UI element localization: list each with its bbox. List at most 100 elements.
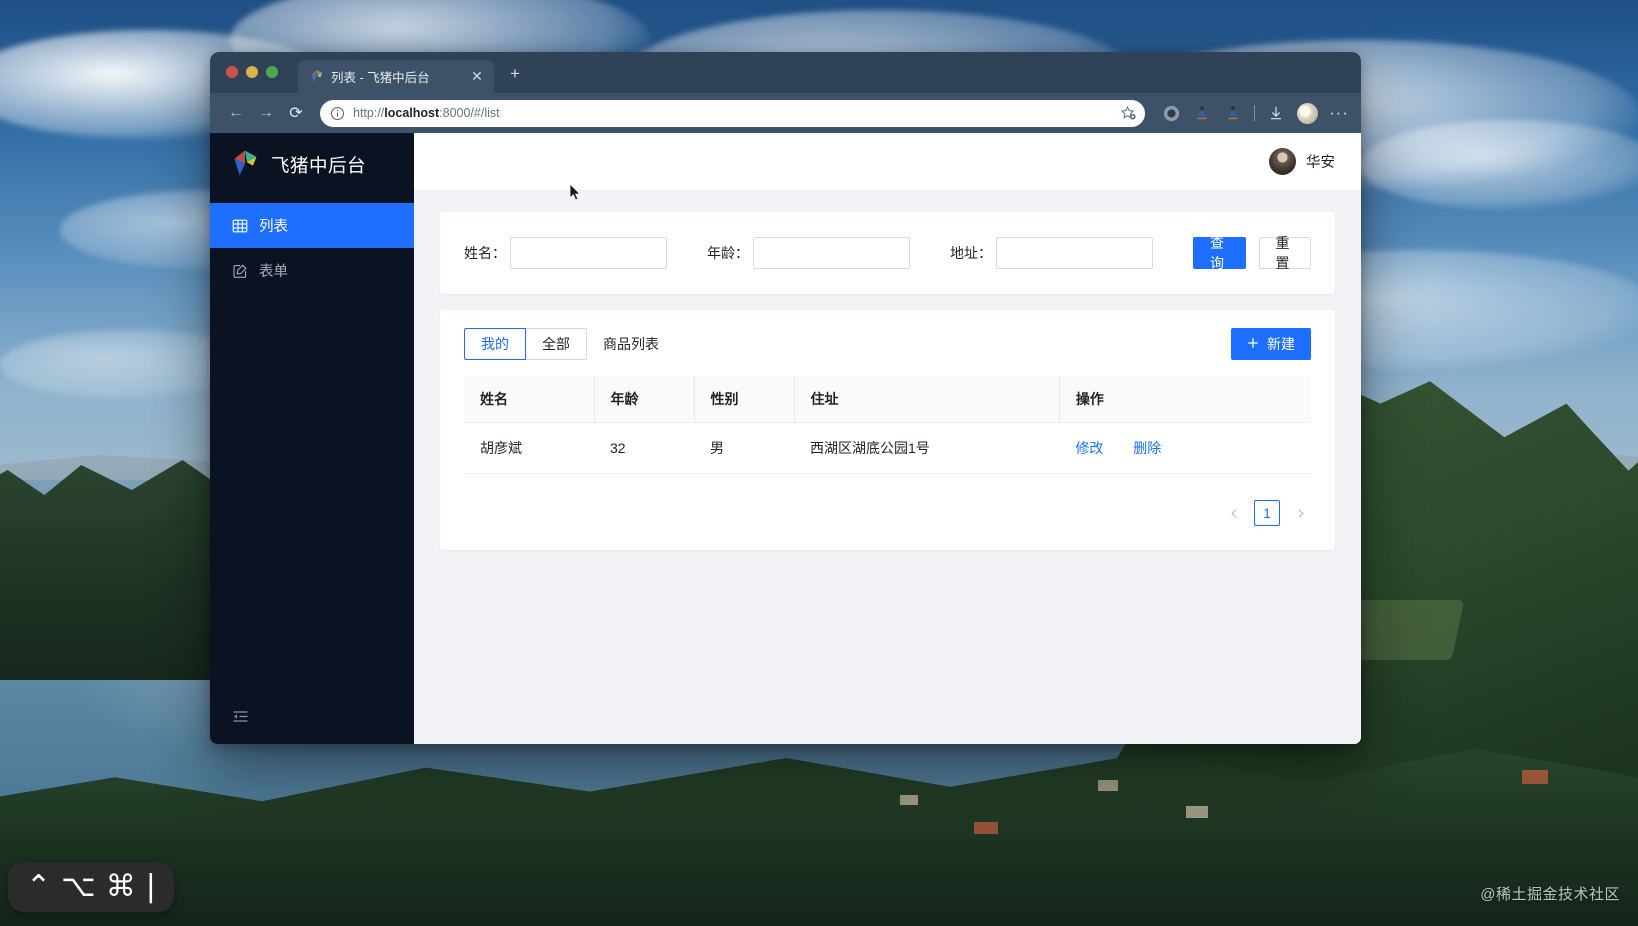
column-header-address: 住址 xyxy=(793,376,1060,423)
cell-gender: 男 xyxy=(694,422,794,474)
tab-product-list[interactable]: 商品列表 xyxy=(587,328,675,360)
top-bar: 华安 xyxy=(414,133,1361,190)
address-bar[interactable]: http://localhost:8000/#/list xyxy=(320,99,1145,127)
table-body: 胡彦斌 32 男 西湖区湖底公园1号 修改 删除 xyxy=(464,422,1311,474)
sidebar-menu: 列表 表单 xyxy=(210,197,414,694)
brand-header[interactable]: 飞猪中后台 xyxy=(210,133,414,197)
fliggy-favicon-icon xyxy=(309,69,324,84)
list-toolbar: 我的 全部 商品列表 新建 xyxy=(464,328,1311,360)
sidebar-item-form[interactable]: 表单 xyxy=(210,248,414,293)
close-tab-button[interactable]: ✕ xyxy=(469,68,485,85)
pagination: 1 xyxy=(464,500,1311,526)
watermark: @稀土掘金技术社区 xyxy=(1480,886,1620,903)
rooftop xyxy=(1522,770,1548,784)
table-header-row: 姓名 年龄 性别 住址 操作 xyxy=(464,376,1311,423)
tab-mine[interactable]: 我的 xyxy=(464,328,526,360)
rooftop xyxy=(1186,806,1208,818)
page-body: 姓名： 年龄： 地址： 查 询 重 置 我的 全部 商品列表 新建 姓名 年龄 … xyxy=(414,190,1361,744)
field-label: 年龄： xyxy=(707,245,749,261)
keycast-overlay: ⌃ ⌥ ⌘ | xyxy=(8,862,174,912)
profile-avatar-icon[interactable] xyxy=(1297,102,1318,124)
toolbar-divider xyxy=(1254,105,1255,121)
list-tab-group: 我的 全部 xyxy=(464,328,587,360)
extension-person-icon[interactable] xyxy=(1192,103,1212,123)
browser-tab-strip: 列表 - 飞猪中后台 ✕ + xyxy=(210,52,1361,93)
fliggy-logo-icon xyxy=(230,148,260,183)
option-key-glyph: ⌥ xyxy=(61,869,96,904)
cell-age: 32 xyxy=(594,422,694,474)
sidebar-collapse-button[interactable] xyxy=(210,694,414,744)
rooftop xyxy=(1098,780,1118,791)
page-1-button[interactable]: 1 xyxy=(1254,500,1280,526)
minimize-window-button[interactable] xyxy=(246,66,258,78)
edit-square-icon xyxy=(232,263,248,279)
name-input[interactable] xyxy=(510,237,667,269)
window-controls[interactable] xyxy=(226,66,278,78)
column-header-actions: 操作 xyxy=(1058,376,1311,423)
address-input[interactable] xyxy=(996,237,1153,269)
column-header-gender: 性别 xyxy=(693,376,794,423)
star-plus-icon[interactable] xyxy=(1120,105,1137,122)
table-header: 姓名 年龄 性别 住址 操作 xyxy=(464,376,1311,423)
menu-fold-icon xyxy=(232,708,249,730)
filter-panel: 姓名： 年龄： 地址： 查 询 重 置 xyxy=(440,212,1335,294)
search-button[interactable]: 查 询 xyxy=(1193,235,1246,271)
browser-menu-button[interactable]: ··· xyxy=(1329,103,1349,123)
sidebar-item-list[interactable]: 列表 xyxy=(210,203,414,248)
list-panel: 我的 全部 商品列表 新建 姓名 年龄 性别 住址 操作 胡彦斌 32 男 西湖… xyxy=(440,310,1335,550)
reset-button[interactable]: 重 置 xyxy=(1258,235,1311,271)
rooftop xyxy=(900,795,918,805)
column-header-age: 年龄 xyxy=(593,376,694,423)
new-button-label: 新建 xyxy=(1267,336,1295,352)
user-menu[interactable]: 华安 xyxy=(1269,148,1335,175)
browser-toolbar: ← → ⟳ http://localhost:8000/#/list ··· xyxy=(210,93,1361,133)
sidebar-item-label: 表单 xyxy=(259,264,288,280)
sidebar: 飞猪中后台 列表 表单 xyxy=(210,133,414,744)
filter-field-address: 地址： xyxy=(950,237,1153,269)
age-input[interactable] xyxy=(753,237,910,269)
filter-actions: 查 询 重 置 xyxy=(1193,235,1311,271)
application-root: 飞猪中后台 列表 表单 华安 姓名： 年龄： 地址： 查 询 重 置 我的 全部… xyxy=(210,133,1361,744)
plus-icon xyxy=(1247,336,1259,352)
field-label: 姓名： xyxy=(464,245,506,261)
command-key-glyph: ⌘ xyxy=(105,869,136,904)
sidebar-item-label: 列表 xyxy=(259,219,288,235)
control-key-glyph: ⌃ xyxy=(26,869,52,904)
column-header-name: 姓名 xyxy=(464,376,594,423)
chevron-right-icon[interactable] xyxy=(1289,502,1311,524)
new-button[interactable]: 新建 xyxy=(1231,328,1311,360)
browser-tab[interactable]: 列表 - 飞猪中后台 ✕ xyxy=(298,60,494,93)
forward-button[interactable]: → xyxy=(252,99,280,127)
rooftop xyxy=(974,822,998,834)
chevron-left-icon[interactable] xyxy=(1223,502,1245,524)
table-icon xyxy=(232,218,248,234)
pipe-key-glyph: | xyxy=(145,869,156,904)
tab-title: 列表 - 飞猪中后台 xyxy=(331,71,430,85)
filter-field-name: 姓名： xyxy=(464,237,667,269)
brand-name: 飞猪中后台 xyxy=(271,155,367,176)
cell-address: 西湖区湖底公园1号 xyxy=(794,422,1060,474)
avatar xyxy=(1269,148,1296,175)
extension-person-icon[interactable] xyxy=(1223,103,1243,123)
new-tab-button[interactable]: + xyxy=(504,63,526,85)
toolbar-icon-group: ··· xyxy=(1157,102,1349,124)
user-name: 华安 xyxy=(1306,155,1335,171)
back-button[interactable]: ← xyxy=(222,99,250,127)
info-circle-icon[interactable] xyxy=(330,106,345,121)
filter-field-age: 年龄： xyxy=(707,237,910,269)
data-table: 姓名 年龄 性别 住址 操作 胡彦斌 32 男 西湖区湖底公园1号 修改 删除 xyxy=(464,376,1311,474)
edit-link[interactable]: 修改 xyxy=(1075,440,1103,456)
maximize-window-button[interactable] xyxy=(266,66,278,78)
table-row[interactable]: 胡彦斌 32 男 西湖区湖底公园1号 修改 删除 xyxy=(464,422,1311,474)
browser-window: 列表 - 飞猪中后台 ✕ + ← → ⟳ http://localhost:80… xyxy=(210,52,1361,744)
record-circle-icon[interactable] xyxy=(1161,103,1181,123)
field-label: 地址： xyxy=(950,245,992,261)
reload-button[interactable]: ⟳ xyxy=(282,99,310,127)
delete-link[interactable]: 删除 xyxy=(1133,440,1161,456)
downloads-icon[interactable] xyxy=(1266,103,1286,123)
close-window-button[interactable] xyxy=(226,66,238,78)
content-area: 华安 姓名： 年龄： 地址： 查 询 重 置 我的 全部 商品列表 新建 姓名 … xyxy=(414,133,1361,744)
url-text: http://localhost:8000/#/list xyxy=(353,106,500,120)
cell-name: 胡彦斌 xyxy=(464,422,594,474)
tab-all[interactable]: 全部 xyxy=(526,328,587,360)
